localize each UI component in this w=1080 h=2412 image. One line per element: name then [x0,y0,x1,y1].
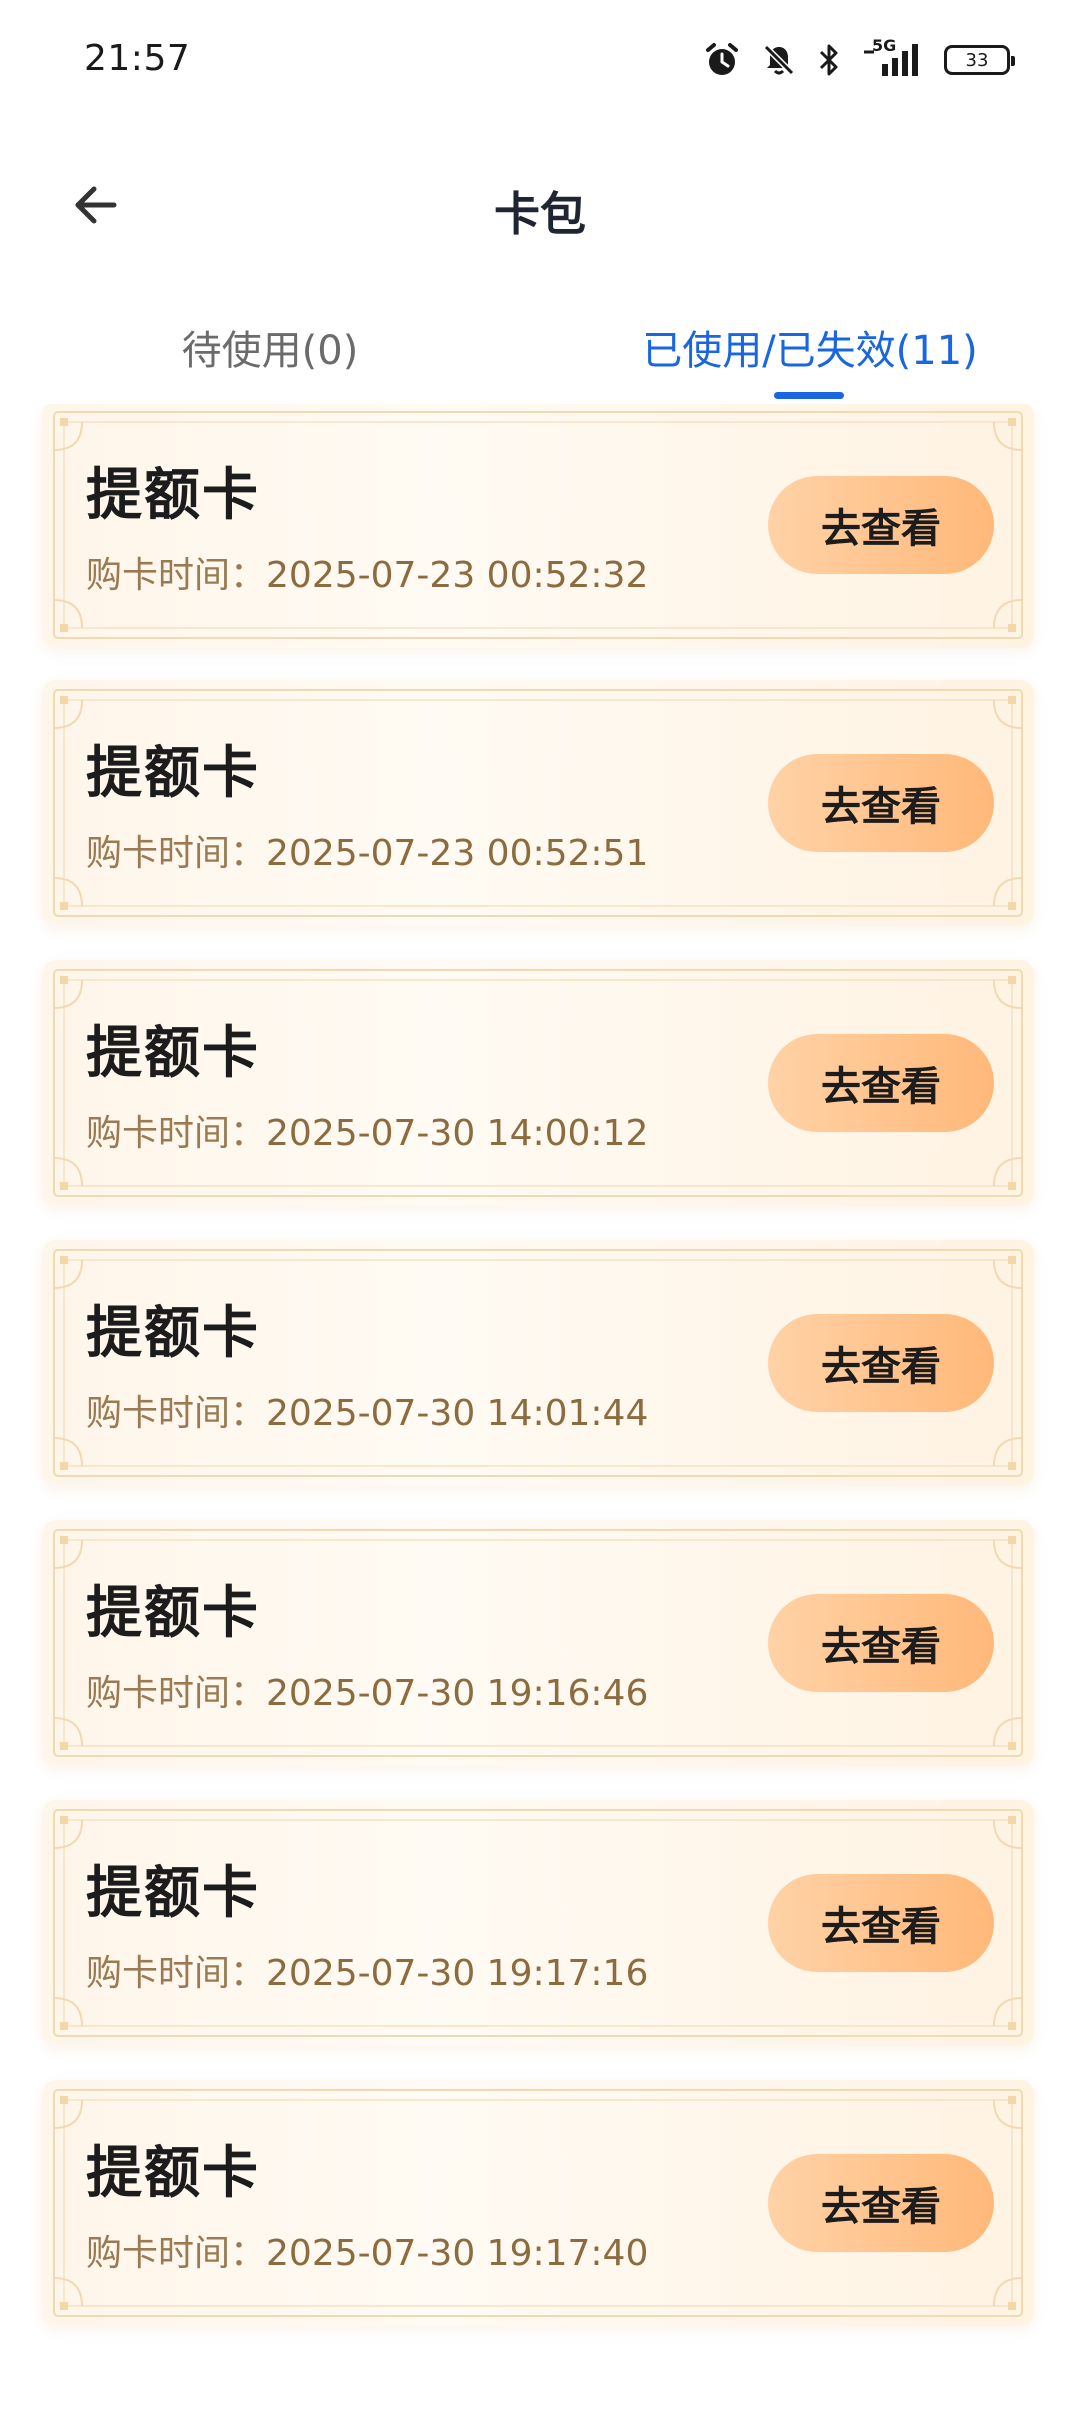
card-purchase-time: 购卡时间：2025-07-23 00:52:32 [86,546,648,598]
view-button[interactable]: 去查看 [768,476,994,574]
status-time: 21:57 [84,38,191,79]
card-purchase-time: 购卡时间：2025-07-30 19:17:40 [86,2224,648,2276]
view-button[interactable]: 去查看 [768,1874,994,1972]
card-purchase-time: 购卡时间：2025-07-30 14:01:44 [86,1384,648,1436]
signal-icon: 5G [862,36,922,78]
card-title: 提额卡 [86,1021,260,1086]
purchase-time-value: 2025-07-30 14:00:12 [266,1113,649,1154]
purchase-time-value: 2025-07-30 19:17:16 [266,1953,649,1994]
battery-icon: 33 [944,45,1015,75]
card-title: 提额卡 [86,1581,260,1646]
alarm-icon [704,42,740,78]
purchase-time-value: 2025-07-30 19:16:46 [266,1673,649,1714]
view-button[interactable]: 去查看 [768,1314,994,1412]
card-item[interactable]: 提额卡购卡时间：2025-07-23 00:52:51 去查看 [42,680,1034,926]
bluetooth-icon [818,43,840,77]
card-item[interactable]: 提额卡购卡时间：2025-07-30 14:00:12 去查看 [42,960,1034,1206]
tab-bar: 待使用(0) 已使用/已失效(11) [0,300,1080,404]
card-purchase-time: 购卡时间：2025-07-23 00:52:51 [86,824,648,876]
status-icons: 5G 33 [704,36,1015,80]
purchase-time-label: 购卡时间： [86,2233,267,2274]
card-purchase-time: 购卡时间：2025-07-30 14:00:12 [86,1104,648,1156]
card-title: 提额卡 [86,1861,260,1926]
purchase-time-label: 购卡时间： [86,1673,267,1714]
card-item[interactable]: 提额卡购卡时间：2025-07-30 19:17:16 去查看 [42,1800,1034,2046]
card-title: 提额卡 [86,2141,260,2206]
purchase-time-label: 购卡时间： [86,833,267,874]
view-button[interactable]: 去查看 [768,2154,994,2252]
purchase-time-label: 购卡时间： [86,1393,267,1434]
card-item[interactable]: 提额卡购卡时间：2025-07-30 19:16:46 去查看 [42,1520,1034,1766]
card-purchase-time: 购卡时间：2025-07-30 19:16:46 [86,1664,648,1716]
page-title: 卡包 [494,187,586,241]
card-purchase-time: 购卡时间：2025-07-30 19:17:16 [86,1944,648,1996]
view-button[interactable]: 去查看 [768,754,994,852]
card-item[interactable]: 提额卡购卡时间：2025-07-30 19:17:40 去查看 [42,2080,1034,2326]
tab-unused[interactable]: 待使用(0) [0,318,540,376]
card-item[interactable]: 提额卡购卡时间：2025-07-30 14:01:44 去查看 [42,1240,1034,1486]
tab-used-expired[interactable]: 已使用/已失效(11) [540,318,1080,376]
header: 卡包 [0,150,1080,260]
card-list: 提额卡 购卡时间：2025-07-23 00:52:32 去查看 提额卡 购卡时间：20… [0,404,1080,2412]
purchase-time-label: 购卡时间： [86,555,267,596]
mute-bell-icon [762,43,796,77]
purchase-time-label: 购卡时间： [86,1953,267,1994]
card-title: 提额卡 [86,741,260,806]
purchase-time-value: 2025-07-30 19:17:40 [266,2233,649,2274]
status-bar: 21:57 5G 33 [0,0,1080,124]
purchase-time-value: 2025-07-30 14:01:44 [266,1393,649,1434]
purchase-time-value: 2025-07-23 00:52:32 [266,555,649,596]
battery-level: 33 [965,49,989,71]
view-button[interactable]: 去查看 [768,1034,994,1132]
tab-active-indicator [774,392,844,399]
card-item[interactable]: 提额卡购卡时间：2025-07-23 00:52:32 去查看 [42,404,1034,648]
purchase-time-value: 2025-07-23 00:52:51 [266,833,649,874]
network-type: 5G [872,36,897,55]
view-button[interactable]: 去查看 [768,1594,994,1692]
card-title: 提额卡 [86,1301,260,1366]
purchase-time-label: 购卡时间： [86,1113,267,1154]
card-title: 提额卡 [86,463,260,528]
